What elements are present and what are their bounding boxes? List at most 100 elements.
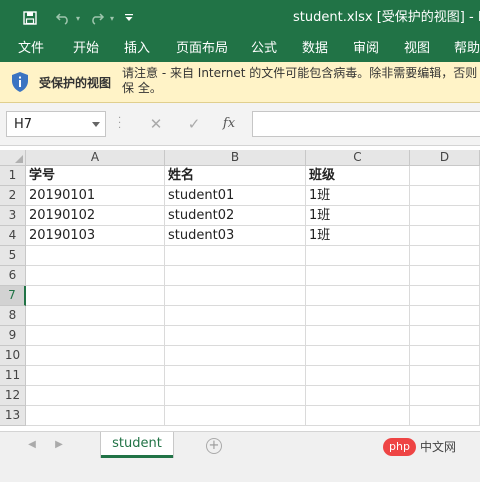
- formula-bar-grip-icon[interactable]: · · ·: [118, 114, 121, 134]
- row-header-2[interactable]: 2: [0, 186, 26, 206]
- row-header-3[interactable]: 3: [0, 206, 26, 226]
- column-header-c[interactable]: C: [306, 150, 410, 166]
- column-header-d[interactable]: D: [410, 150, 480, 166]
- cell-c4[interactable]: 1班: [306, 226, 410, 246]
- cell-b10[interactable]: [165, 346, 306, 366]
- cell-c12[interactable]: [306, 386, 410, 406]
- name-box[interactable]: H7: [6, 111, 106, 137]
- cell-c13[interactable]: [306, 406, 410, 426]
- formula-input[interactable]: [252, 111, 480, 137]
- cell-c6[interactable]: [306, 266, 410, 286]
- row-header-5[interactable]: 5: [0, 246, 26, 266]
- save-icon[interactable]: [20, 0, 40, 36]
- cell-a12[interactable]: [26, 386, 165, 406]
- column-header-a[interactable]: A: [26, 150, 165, 166]
- cell-b7[interactable]: [165, 286, 306, 306]
- cell-b3[interactable]: student02: [165, 206, 306, 226]
- cell-a4[interactable]: 20190103: [26, 226, 165, 246]
- cell-b12[interactable]: [165, 386, 306, 406]
- add-sheet-icon[interactable]: +: [206, 438, 222, 454]
- cell-d2[interactable]: [410, 186, 480, 206]
- cell-c11[interactable]: [306, 366, 410, 386]
- cell-b6[interactable]: [165, 266, 306, 286]
- cell-c2[interactable]: 1班: [306, 186, 410, 206]
- cell-a8[interactable]: [26, 306, 165, 326]
- cell-a1[interactable]: 学号: [26, 166, 165, 186]
- customize-quick-access-icon[interactable]: [122, 0, 136, 36]
- tab-review[interactable]: 审阅: [353, 36, 379, 62]
- tab-home[interactable]: 开始: [73, 36, 99, 62]
- tab-data[interactable]: 数据: [302, 36, 328, 62]
- cell-c1[interactable]: 班级: [306, 166, 410, 186]
- cell-a3[interactable]: 20190102: [26, 206, 165, 226]
- cell-c3[interactable]: 1班: [306, 206, 410, 226]
- cell-d3[interactable]: [410, 206, 480, 226]
- cell-c5[interactable]: [306, 246, 410, 266]
- worksheet-grid[interactable]: A B C D 1 学号 姓名 班级 2 20190101 student01 1班 3 20190102…: [0, 150, 480, 431]
- cell-b2[interactable]: student01: [165, 186, 306, 206]
- cell-b11[interactable]: [165, 366, 306, 386]
- cell-c9[interactable]: [306, 326, 410, 346]
- row-header-9[interactable]: 9: [0, 326, 26, 346]
- cell-d4[interactable]: [410, 226, 480, 246]
- row-header-10[interactable]: 10: [0, 346, 26, 366]
- select-all-corner[interactable]: [0, 150, 26, 166]
- cell-d6[interactable]: [410, 266, 480, 286]
- cell-d1[interactable]: [410, 166, 480, 186]
- redo-icon[interactable]: [86, 0, 108, 36]
- cell-b4[interactable]: student03: [165, 226, 306, 246]
- enter-icon[interactable]: ✓: [183, 113, 205, 135]
- cell-a9[interactable]: [26, 326, 165, 346]
- tab-formulas[interactable]: 公式: [251, 36, 277, 62]
- cell-d11[interactable]: [410, 366, 480, 386]
- scroll-sheets-left-icon[interactable]: ◀: [26, 438, 38, 452]
- undo-icon[interactable]: [52, 0, 74, 36]
- row-header-6[interactable]: 6: [0, 266, 26, 286]
- cancel-icon[interactable]: ✕: [145, 113, 167, 135]
- cell-b1[interactable]: 姓名: [165, 166, 306, 186]
- sheet-tab-bar: ◀ ▶ student + php 中文网: [0, 431, 480, 482]
- cell-b5[interactable]: [165, 246, 306, 266]
- insert-function-icon[interactable]: fx: [218, 113, 240, 135]
- cell-d9[interactable]: [410, 326, 480, 346]
- cell-b9[interactable]: [165, 326, 306, 346]
- formula-bar: H7 · · · ✕ ✓ fx: [0, 103, 480, 146]
- tab-view[interactable]: 视图: [404, 36, 430, 62]
- scroll-sheets-right-icon[interactable]: ▶: [53, 438, 65, 452]
- cell-d7[interactable]: [410, 286, 480, 306]
- row-header-7[interactable]: 7: [0, 286, 26, 306]
- row-header-13[interactable]: 13: [0, 406, 26, 426]
- row-header-4[interactable]: 4: [0, 226, 26, 246]
- row-header-8[interactable]: 8: [0, 306, 26, 326]
- row-header-11[interactable]: 11: [0, 366, 26, 386]
- tab-file[interactable]: 文件: [18, 36, 44, 62]
- cell-d13[interactable]: [410, 406, 480, 426]
- cell-b8[interactable]: [165, 306, 306, 326]
- undo-dropdown-icon[interactable]: ▾: [73, 0, 83, 36]
- cell-c7[interactable]: [306, 286, 410, 306]
- cell-a6[interactable]: [26, 266, 165, 286]
- row-header-12[interactable]: 12: [0, 386, 26, 406]
- cell-d5[interactable]: [410, 246, 480, 266]
- protected-view-message: 请注意 - 来自 Internet 的文件可能包含病毒。除非需要编辑，否则保 全…: [122, 66, 478, 95]
- cell-a10[interactable]: [26, 346, 165, 366]
- name-box-dropdown-icon[interactable]: [92, 122, 100, 127]
- cell-c8[interactable]: [306, 306, 410, 326]
- column-header-b[interactable]: B: [165, 150, 306, 166]
- redo-dropdown-icon[interactable]: ▾: [107, 0, 117, 36]
- cell-a2[interactable]: 20190101: [26, 186, 165, 206]
- cell-a7[interactable]: [26, 286, 165, 306]
- tab-page-layout[interactable]: 页面布局: [176, 36, 228, 62]
- row-header-1[interactable]: 1: [0, 166, 26, 186]
- cell-a11[interactable]: [26, 366, 165, 386]
- cell-d12[interactable]: [410, 386, 480, 406]
- cell-d8[interactable]: [410, 306, 480, 326]
- tab-help[interactable]: 帮助: [454, 36, 480, 62]
- cell-b13[interactable]: [165, 406, 306, 426]
- tab-insert[interactable]: 插入: [124, 36, 150, 62]
- cell-a13[interactable]: [26, 406, 165, 426]
- sheet-tab-student[interactable]: student: [101, 432, 173, 458]
- cell-a5[interactable]: [26, 246, 165, 266]
- cell-c10[interactable]: [306, 346, 410, 366]
- cell-d10[interactable]: [410, 346, 480, 366]
